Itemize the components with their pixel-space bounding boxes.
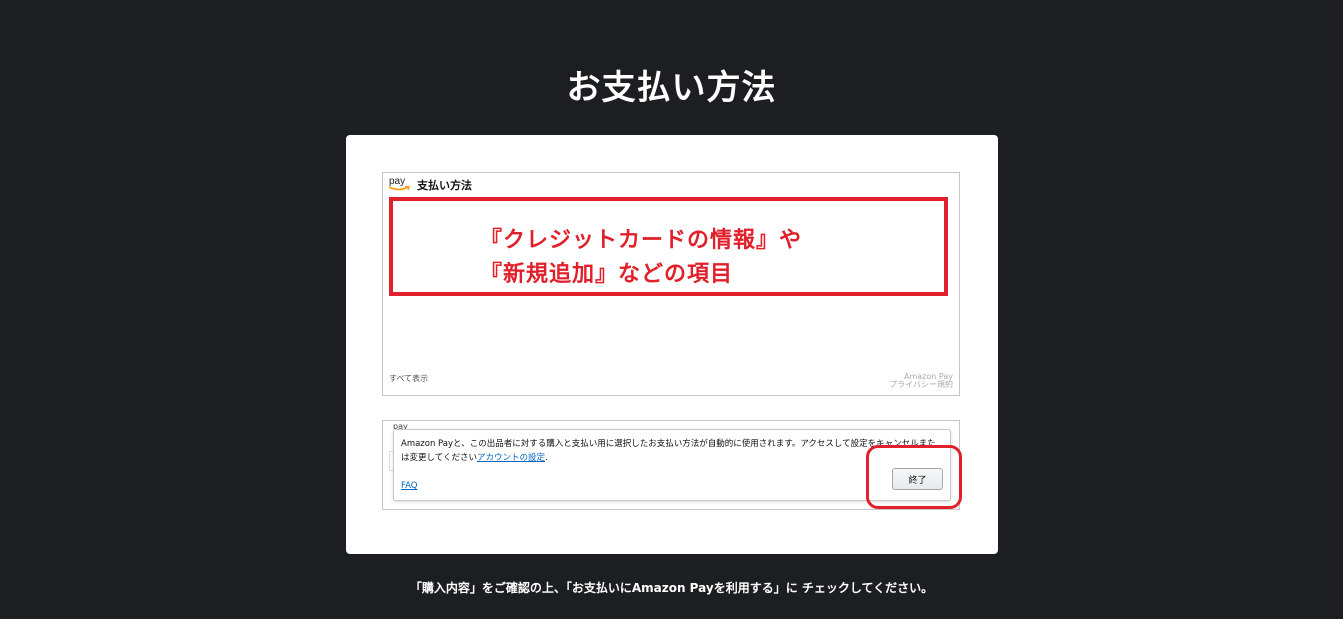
consent-period: .: [545, 453, 548, 463]
wallet-title: 支払い方法: [417, 179, 472, 192]
wallet-footer: Amazon Pay プライバシー規約: [889, 373, 953, 389]
consent-message: Amazon Payと、この出品者に対する購入と支払い用に選択したお支払い方法が…: [401, 437, 941, 465]
wallet-header: pay 支払い方法: [388, 176, 472, 193]
show-all-link[interactable]: すべて表示: [389, 373, 428, 384]
amazon-pay-logo-icon: pay: [388, 176, 412, 193]
privacy-policy-link[interactable]: プライバシー規約: [889, 381, 953, 389]
close-button[interactable]: 終了: [892, 468, 943, 490]
smile-arrow-icon: [388, 186, 410, 191]
annotation-line-1: 『クレジットカードの情報』や: [480, 228, 803, 253]
payment-card: pay 支払い方法 『クレジットカードの情報』や 『新規追加』などの項目 すべて…: [346, 135, 998, 554]
annotation-box: 『クレジットカードの情報』や 『新規追加』などの項目: [389, 197, 948, 296]
annotation-text: 『クレジットカードの情報』や 『新規追加』などの項目: [480, 224, 802, 292]
consent-background-label: pay: [393, 422, 408, 429]
faq-link[interactable]: FAQ: [401, 481, 417, 491]
bottom-instruction: 「購入内容」をご確認の上、「お支払いにAmazon Payを利用する」に チェッ…: [409, 581, 934, 595]
consent-popup: Amazon Payと、この出品者に対する購入と支払い用に選択したお支払い方法が…: [393, 429, 951, 501]
page-title: お支払い方法: [566, 68, 777, 108]
account-settings-link[interactable]: アカウントの設定: [477, 453, 545, 463]
annotation-line-2: 『新規追加』などの項目: [480, 262, 734, 287]
consent-widget: pay Amazon Payと、この出品者に対する購入と支払い用に選択したお支払…: [382, 420, 960, 510]
amazon-pay-wallet-widget: pay 支払い方法 『クレジットカードの情報』や 『新規追加』などの項目 すべて…: [382, 172, 960, 396]
